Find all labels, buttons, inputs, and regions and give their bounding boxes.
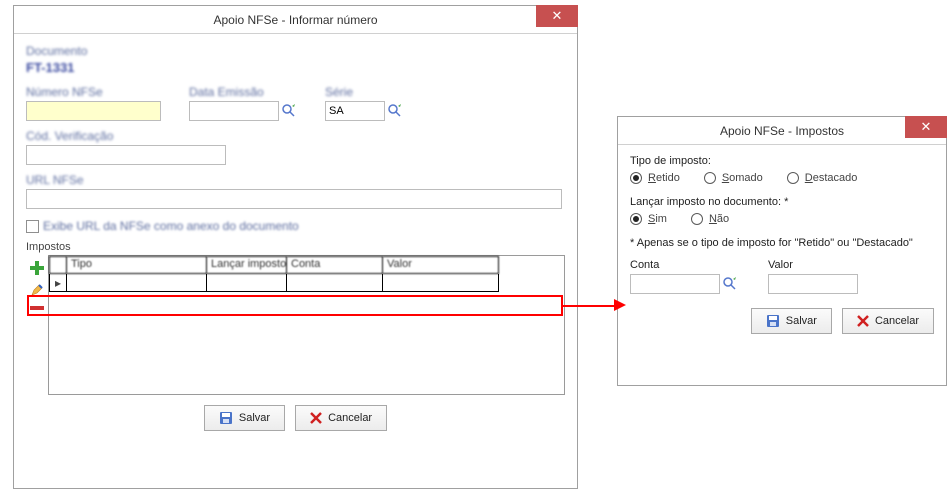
main-close-button[interactable]: ✕ — [536, 5, 578, 27]
codverif-label: Cód. Verificação — [26, 129, 565, 143]
main-titlebar: Apoio NFSe - Informar número ✕ — [14, 6, 577, 34]
numero-label: Número NFSe — [26, 85, 161, 99]
radio-icon — [691, 213, 703, 225]
serie-input[interactable] — [325, 101, 385, 121]
impostos-grid[interactable]: Tipo Lançar imposto Conta Valor ▸ — [48, 255, 565, 395]
main-title: Apoio NFSe - Informar número — [213, 13, 377, 27]
main-body: Documento FT-1331 Número NFSe Data Emiss… — [14, 34, 577, 443]
radio-icon — [787, 172, 799, 184]
search-icon[interactable] — [281, 103, 297, 119]
close-icon: ✕ — [552, 8, 563, 24]
lancar-label: Lançar imposto no documento: * — [630, 196, 934, 208]
grid-cell[interactable] — [287, 274, 383, 292]
anexo-checkbox[interactable] — [26, 220, 39, 233]
grid-cell[interactable] — [207, 274, 287, 292]
valor-input[interactable] — [768, 274, 858, 294]
conta-label: Conta — [630, 259, 738, 271]
grid-header-valor: Valor — [383, 256, 499, 274]
save-icon — [766, 314, 780, 328]
close-icon: ✕ — [921, 119, 932, 135]
save-icon — [219, 411, 233, 425]
radio-somado[interactable]: Somado — [704, 172, 763, 184]
minus-icon[interactable] — [30, 305, 44, 311]
sub-close-button[interactable]: ✕ — [905, 116, 947, 138]
documento-label: Documento — [26, 44, 565, 58]
grid-title: Impostos — [26, 241, 565, 253]
cancel-icon — [857, 315, 869, 327]
grid-header-tipo: Tipo — [67, 256, 207, 274]
radio-icon — [630, 213, 642, 225]
conta-input[interactable] — [630, 274, 720, 294]
grid-cell[interactable] — [383, 274, 499, 292]
grid-header-conta: Conta — [287, 256, 383, 274]
sub-title: Apoio NFSe - Impostos — [720, 124, 844, 138]
plus-icon[interactable] — [30, 261, 44, 275]
search-icon[interactable] — [387, 103, 403, 119]
sub-save-button[interactable]: Salvar — [751, 308, 832, 334]
grid-row-selector[interactable]: ▸ — [49, 274, 67, 292]
grid-header-lancar: Lançar imposto — [207, 256, 287, 274]
cancel-label: Cancelar — [328, 412, 372, 424]
data-label: Data Emissão — [189, 85, 297, 99]
documento-value: FT-1331 — [26, 60, 74, 75]
codverif-input[interactable] — [26, 145, 226, 165]
radio-retido[interactable]: Retido — [630, 172, 680, 184]
radio-icon — [630, 172, 642, 184]
edit-icon[interactable] — [30, 283, 44, 297]
grid-cell[interactable] — [67, 274, 207, 292]
serie-label: Série — [325, 85, 403, 99]
sub-cancel-button[interactable]: Cancelar — [842, 308, 934, 334]
save-button[interactable]: Salvar — [204, 405, 285, 431]
url-label: URL NFSe — [26, 173, 565, 187]
radio-nao[interactable]: Não — [691, 213, 729, 225]
cancel-icon — [310, 412, 322, 424]
radio-sim[interactable]: Sim — [630, 213, 667, 225]
url-input[interactable] — [26, 189, 562, 209]
numero-input[interactable] — [26, 101, 161, 121]
save-label: Salvar — [239, 412, 270, 424]
main-window: Apoio NFSe - Informar número ✕ Documento… — [13, 5, 578, 489]
sub-body: Tipo de imposto: Retido Somado Destacado… — [618, 145, 946, 346]
sub-titlebar: Apoio NFSe - Impostos ✕ — [618, 117, 946, 145]
cancel-button[interactable]: Cancelar — [295, 405, 387, 431]
valor-label: Valor — [768, 259, 858, 271]
search-icon[interactable] — [722, 276, 738, 292]
radio-icon — [704, 172, 716, 184]
sub-save-label: Salvar — [786, 315, 817, 327]
sub-window: Apoio NFSe - Impostos ✕ Tipo de imposto:… — [617, 116, 947, 386]
radio-destacado[interactable]: Destacado — [787, 172, 858, 184]
sub-cancel-label: Cancelar — [875, 315, 919, 327]
anexo-label: Exibe URL da NFSe como anexo do document… — [43, 219, 299, 233]
note-text: * Apenas se o tipo de imposto for "Retid… — [630, 237, 934, 249]
data-input[interactable] — [189, 101, 279, 121]
tipo-label: Tipo de imposto: — [630, 155, 934, 167]
